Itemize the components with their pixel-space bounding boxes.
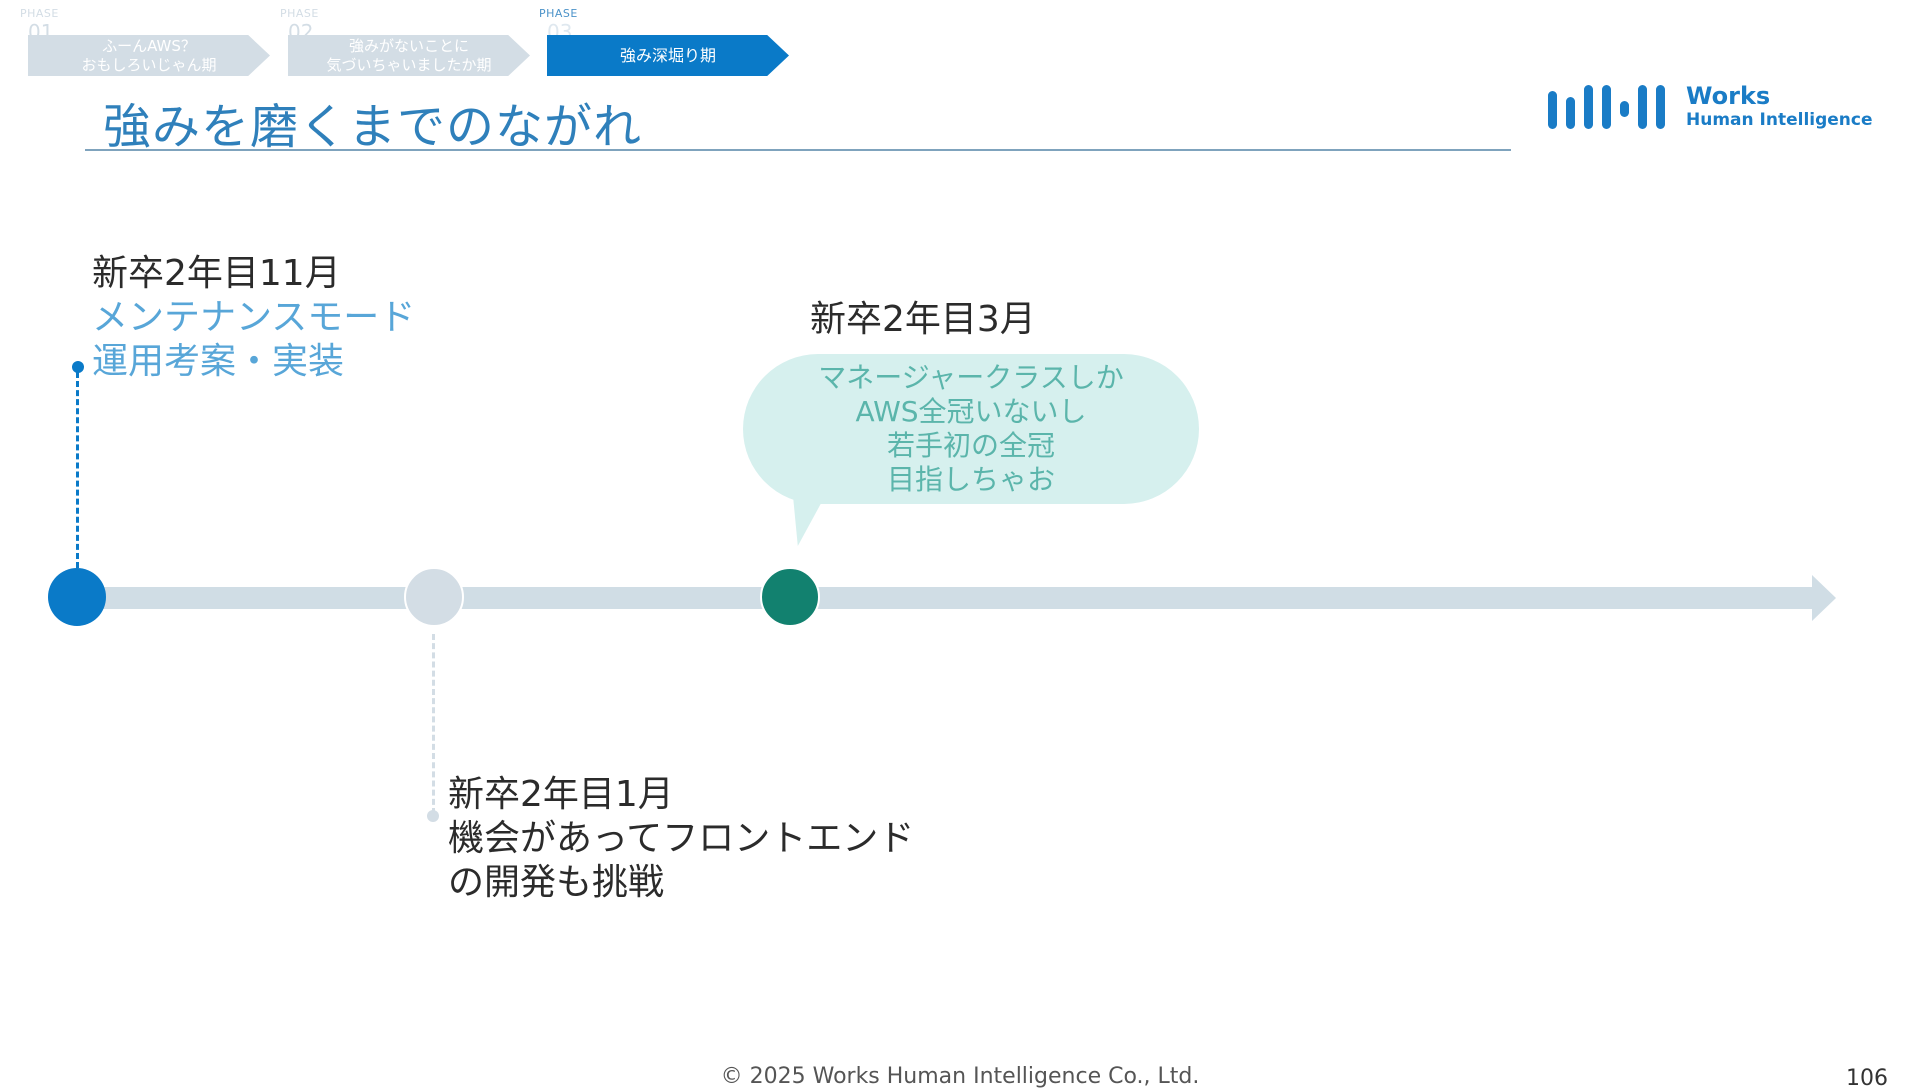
timeline-arrow-icon xyxy=(1812,575,1836,621)
phase-label: PHASE xyxy=(20,7,59,20)
phase-title-line1: 強み深堀り期 xyxy=(619,46,716,65)
phase-label: PHASE xyxy=(280,7,319,20)
logo-wordmark: Works xyxy=(1686,82,1771,110)
phase-title-line1: 強みがないことに xyxy=(348,36,469,55)
event-march: 新卒2年目3月 xyxy=(810,298,1036,342)
phase-chevron: 強み深堀り期 xyxy=(547,35,789,76)
timeline-node-1 xyxy=(48,568,106,626)
bubble-line: AWS全冠いないし xyxy=(855,395,1087,428)
phase-chevron: 強みがないことに 気づいちゃいましたか期 xyxy=(288,35,530,76)
timeline-track xyxy=(77,587,1817,609)
logo-subtitle: Human Intelligence xyxy=(1686,110,1873,130)
bubble-line: マネージャークラスしか xyxy=(818,361,1124,394)
event-line2: の開発も挑戦 xyxy=(448,862,665,903)
connector-line-1 xyxy=(76,372,79,568)
connector-dot-1 xyxy=(72,361,84,373)
speech-bubble: マネージャークラスしか AWS全冠いないし 若手初の全冠 目指しちゃお xyxy=(743,354,1199,504)
timeline-node-3 xyxy=(760,567,820,627)
phase-label: PHASE xyxy=(539,7,578,20)
copyright-footer: © 2025 Works Human Intelligence Co., Ltd… xyxy=(720,1064,1200,1089)
page-number: 106 xyxy=(1846,1066,1888,1091)
event-line2: 運用考案・実装 xyxy=(92,341,345,382)
event-november: 新卒2年目11月 メンテナンスモード 運用考案・実装 xyxy=(92,252,415,384)
company-logo: Works Human Intelligence xyxy=(1548,80,1878,136)
phase-title-line2: おもしろいじゃん期 xyxy=(81,55,217,74)
title-underline xyxy=(85,149,1511,151)
connector-dot-2 xyxy=(427,810,439,822)
timeline-node-2 xyxy=(404,567,464,627)
event-date: 新卒2年目3月 xyxy=(810,299,1036,340)
slide: PHASE 01 ふーんAWS？ おもしろいじゃん期 PHASE 02 強みがな… xyxy=(0,0,1920,1091)
phase-title-line2: 気づいちゃいましたか期 xyxy=(326,55,492,74)
event-line1: 機会があってフロントエンド xyxy=(448,818,915,859)
event-date: 新卒2年目11月 xyxy=(92,253,341,294)
bubble-line: 若手初の全冠 xyxy=(886,429,1055,462)
event-date: 新卒2年目1月 xyxy=(448,774,674,815)
phase-chevron: ふーんAWS？ おもしろいじゃん期 xyxy=(28,35,270,76)
page-title: 強みを磨くまでのながれ xyxy=(103,99,643,155)
bubble-line: 目指しちゃお xyxy=(886,463,1055,496)
event-january: 新卒2年目1月 機会があってフロントエンド の開発も挑戦 xyxy=(448,773,914,905)
event-line1: メンテナンスモード xyxy=(92,297,416,338)
phase-title-line1: ふーんAWS？ xyxy=(102,36,196,55)
connector-line-2 xyxy=(432,634,435,814)
